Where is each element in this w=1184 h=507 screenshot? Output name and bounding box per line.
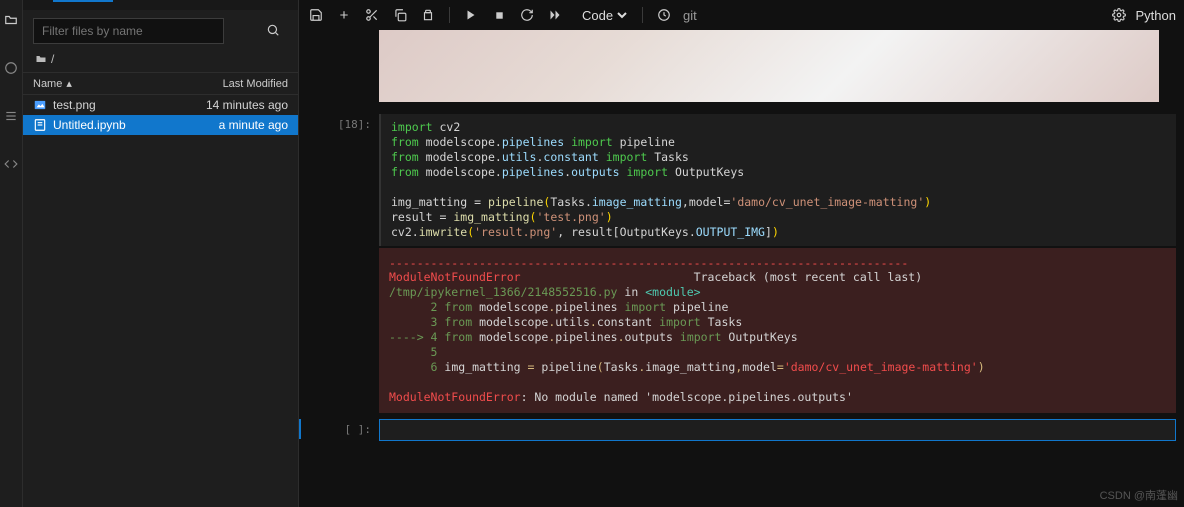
stop-button[interactable] xyxy=(490,6,508,24)
file-row[interactable]: test.png 14 minutes ago xyxy=(23,95,298,115)
file-name: test.png xyxy=(53,98,96,112)
cell-type-select[interactable]: Code xyxy=(578,7,630,24)
kernel-name[interactable]: Python xyxy=(1136,8,1176,23)
cell-prompt: [ ]: xyxy=(345,423,372,436)
watermark: CSDN @南蓬幽 xyxy=(1100,487,1178,503)
col-name[interactable]: Name xyxy=(33,78,62,90)
code-input[interactable]: import cv2 from modelscope.pipelines imp… xyxy=(379,114,1176,246)
vcs-label[interactable]: git xyxy=(683,8,697,23)
sidebar-tab-strip xyxy=(23,0,298,10)
breadcrumb-path: / xyxy=(51,52,54,66)
sort-caret-icon: ▴ xyxy=(66,77,72,90)
folder-icon xyxy=(35,53,47,65)
filter-input[interactable] xyxy=(33,18,224,44)
code-icon[interactable] xyxy=(3,156,19,172)
file-modified: 14 minutes ago xyxy=(206,98,288,112)
separator xyxy=(449,7,450,23)
run-all-button[interactable] xyxy=(546,6,564,24)
file-list: test.png 14 minutes ago Untitled.ipynb a… xyxy=(23,95,298,507)
file-row[interactable]: Untitled.ipynb a minute ago xyxy=(23,115,298,135)
folder-icon[interactable] xyxy=(3,12,19,28)
output-image xyxy=(379,30,1159,102)
active-cell-indicator xyxy=(299,419,301,439)
toc-icon[interactable] xyxy=(3,108,19,124)
copy-button[interactable] xyxy=(391,6,409,24)
code-cell[interactable]: [ ]: xyxy=(319,419,1184,441)
error-output: ----------------------------------------… xyxy=(379,248,1176,413)
gear-icon[interactable] xyxy=(1110,6,1128,24)
restart-button[interactable] xyxy=(518,6,536,24)
activity-bar xyxy=(0,0,23,507)
code-cell[interactable]: [18]: import cv2 from modelscope.pipelin… xyxy=(319,114,1184,413)
paste-button[interactable] xyxy=(419,6,437,24)
run-button[interactable] xyxy=(462,6,480,24)
file-sidebar: / Name ▴ Last Modified test.png 14 minut… xyxy=(23,0,299,507)
file-list-header: Name ▴ Last Modified xyxy=(23,72,298,95)
cut-button[interactable] xyxy=(363,6,381,24)
notebook-body: [18]: import cv2 from modelscope.pipelin… xyxy=(299,30,1184,507)
active-tab-indicator xyxy=(53,0,113,2)
col-modified[interactable]: Last Modified xyxy=(223,78,288,90)
main-panel: + Code git Python [18]: impo xyxy=(299,0,1184,507)
cell-prompt: [18]: xyxy=(319,114,379,413)
separator xyxy=(642,7,643,23)
code-input[interactable] xyxy=(379,419,1176,441)
search-icon xyxy=(266,23,280,37)
insert-cell-button[interactable]: + xyxy=(335,6,353,24)
running-icon[interactable] xyxy=(3,60,19,76)
file-name: Untitled.ipynb xyxy=(53,118,126,132)
notebook-toolbar: + Code git Python xyxy=(299,0,1184,30)
notebook-file-icon xyxy=(33,118,47,132)
breadcrumb[interactable]: / xyxy=(23,52,298,72)
image-file-icon xyxy=(33,98,47,112)
save-button[interactable] xyxy=(307,6,325,24)
file-modified: a minute ago xyxy=(219,118,288,132)
clock-icon[interactable] xyxy=(655,6,673,24)
